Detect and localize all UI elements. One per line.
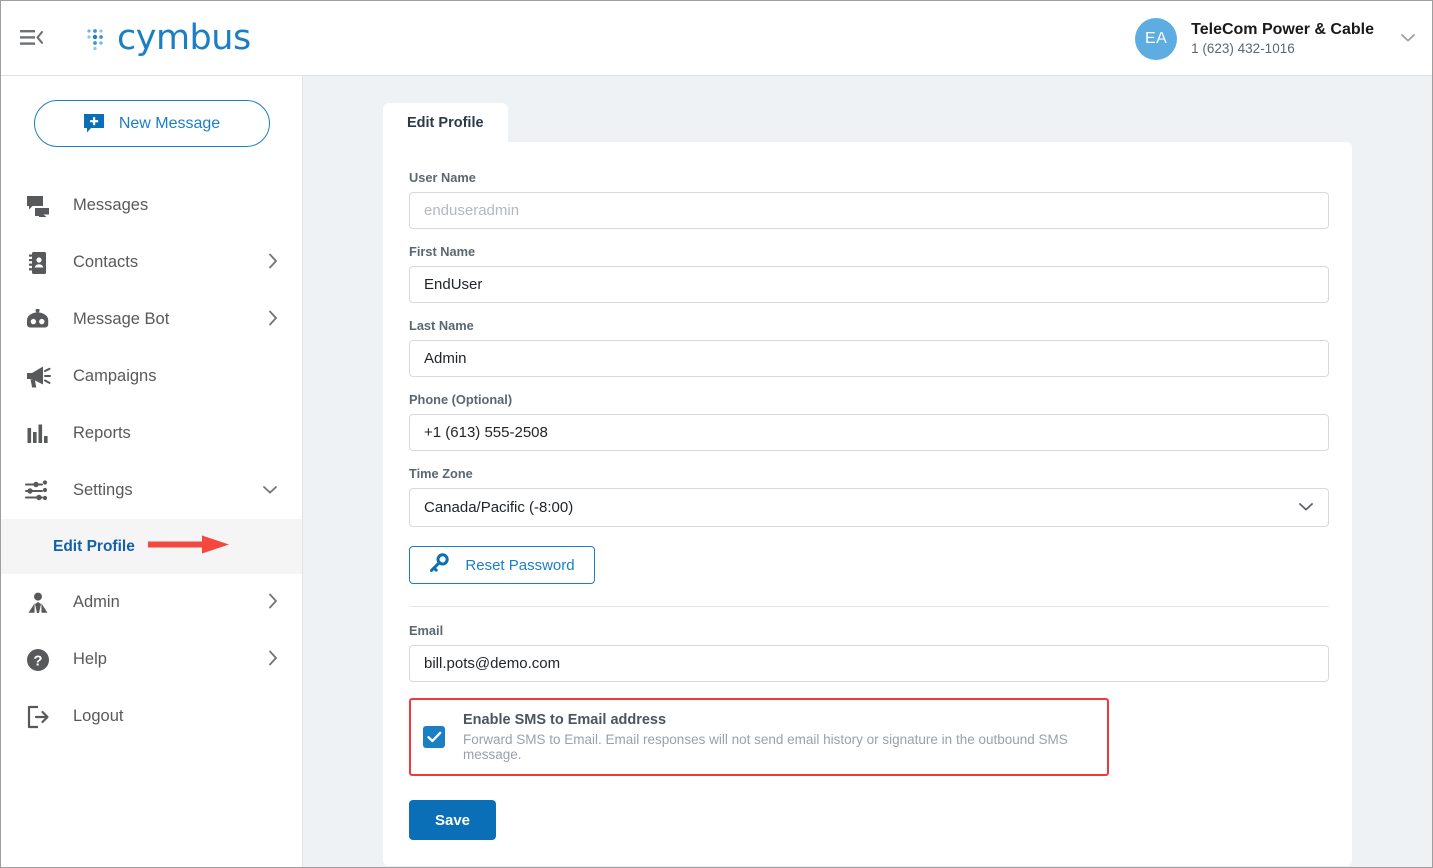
field-label: Time Zone <box>409 466 473 481</box>
sidebar-subitem-label: Edit Profile <box>53 537 135 555</box>
field-phone: Phone (Optional) +1 (613) 555-2508 <box>409 392 1329 451</box>
sidebar-nav: Messages Contacts Message Bot Campaigns … <box>1 177 302 745</box>
user-tie-icon <box>25 590 51 616</box>
new-message-button[interactable]: New Message <box>33 100 270 147</box>
time-zone-select[interactable]: Canada/Pacific (-8:00) <box>409 488 1329 527</box>
sidebar-item-label: Contacts <box>73 253 139 271</box>
sidebar-item-label: Admin <box>73 593 120 611</box>
cymbus-dots-icon <box>87 29 103 51</box>
sidebar-item-label: Reports <box>73 424 131 442</box>
sidebar-item-contacts[interactable]: Contacts <box>1 234 302 291</box>
chevron-right-icon <box>268 650 278 669</box>
sidebar-item-edit-profile[interactable]: Edit Profile <box>1 519 302 574</box>
time-zone-value: Canada/Pacific (-8:00) <box>424 499 574 516</box>
sidebar-item-label: Settings <box>73 481 133 499</box>
field-label: Email <box>409 623 444 638</box>
first-name-input[interactable]: EndUser <box>409 266 1329 303</box>
field-email: Email bill.pots@demo.com <box>409 623 1329 682</box>
sidebar-item-reports[interactable]: Reports <box>1 405 302 462</box>
sms-to-email-description: Forward SMS to Email. Email responses wi… <box>463 732 1068 762</box>
sidebar-item-campaigns[interactable]: Campaigns <box>1 348 302 405</box>
red-arrow-annotation-icon <box>148 532 231 561</box>
chevron-down-icon <box>262 483 278 498</box>
account-name: TeleCom Power & Cable <box>1191 20 1374 38</box>
account-info: TeleCom Power & Cable 1 (623) 432-1016 <box>1191 19 1374 59</box>
check-icon <box>426 731 441 743</box>
user-name-input[interactable]: enduseradmin <box>409 192 1329 229</box>
sidebar-item-label: Logout <box>73 707 124 725</box>
logo-text: cymbus <box>117 17 251 58</box>
field-label: Last Name <box>409 318 474 333</box>
app-header: cymbus EA TeleCom Power & Cable 1 (623) … <box>1 1 1432 76</box>
chevron-right-icon <box>268 310 278 329</box>
question-circle-icon: ? <box>25 647 51 673</box>
megaphone-icon <box>25 364 51 390</box>
field-time-zone: Time Zone Canada/Pacific (-8:00) <box>409 466 1329 527</box>
enable-sms-to-email-checkbox[interactable] <box>423 726 445 748</box>
app-logo[interactable]: cymbus <box>85 17 251 58</box>
new-message-label: New Message <box>118 114 221 132</box>
tab-edit-profile[interactable]: Edit Profile <box>383 103 508 142</box>
sidebar-item-label: Help <box>73 650 107 668</box>
sidebar-item-message-bot[interactable]: Message Bot <box>1 291 302 348</box>
email-input[interactable]: bill.pots@demo.com <box>409 645 1329 682</box>
edit-profile-card: User Name enduseradmin First Name EndUse… <box>383 142 1352 866</box>
save-button[interactable]: Save <box>409 800 496 840</box>
chevron-right-icon <box>268 253 278 272</box>
app-window: cymbus EA TeleCom Power & Cable 1 (623) … <box>0 0 1433 868</box>
field-last-name: Last Name Admin <box>409 318 1329 377</box>
field-user-name: User Name enduseradmin <box>409 170 1329 229</box>
logout-icon <box>25 704 51 730</box>
field-label: Phone (Optional) <box>409 392 513 407</box>
sidebar-collapse-button[interactable] <box>1 1 63 76</box>
sidebar-item-messages[interactable]: Messages <box>1 177 302 234</box>
sliders-icon <box>25 478 51 504</box>
sidebar-item-label: Messages <box>73 196 149 214</box>
robot-icon <box>25 307 51 333</box>
sms-to-email-title: Enable SMS to Email address <box>463 712 667 728</box>
messages-icon <box>25 193 51 219</box>
sms-to-email-text: Enable SMS to Email address Forward SMS … <box>463 712 1093 762</box>
reset-password-button[interactable]: Reset Password <box>409 546 595 584</box>
account-phone: 1 (623) 432-1016 <box>1191 41 1295 57</box>
reset-password-label: Reset Password <box>465 556 575 574</box>
chevron-right-icon <box>268 593 278 612</box>
sidebar-item-admin[interactable]: Admin <box>1 574 302 631</box>
field-label: First Name <box>409 244 476 259</box>
last-name-input[interactable]: Admin <box>409 340 1329 377</box>
contacts-icon <box>25 250 51 276</box>
svg-text:?: ? <box>33 652 42 669</box>
new-message-icon <box>83 113 104 132</box>
avatar: EA <box>1135 17 1178 60</box>
sms-to-email-highlight-box: Enable SMS to Email address Forward SMS … <box>409 698 1109 776</box>
chevron-down-icon <box>1298 499 1314 516</box>
main-content: Edit Profile User Name enduseradmin Firs… <box>303 76 1432 867</box>
sidebar-item-logout[interactable]: Logout <box>1 688 302 745</box>
sidebar-item-label: Campaigns <box>73 367 157 385</box>
field-first-name: First Name EndUser <box>409 244 1329 303</box>
sidebar-item-help[interactable]: ? Help <box>1 631 302 688</box>
menu-collapse-icon <box>20 30 44 45</box>
section-divider <box>409 606 1329 607</box>
chevron-down-icon[interactable] <box>1400 31 1416 46</box>
bar-chart-icon <box>25 421 51 447</box>
sidebar-item-label: Message Bot <box>73 310 170 328</box>
account-menu[interactable]: EA TeleCom Power & Cable 1 (623) 432-101… <box>1135 1 1416 76</box>
field-label: User Name <box>409 170 476 185</box>
sidebar: New Message Messages Contacts Message Bo… <box>1 76 303 867</box>
phone-input[interactable]: +1 (613) 555-2508 <box>409 414 1329 451</box>
key-icon <box>429 553 450 577</box>
tabstrip: Edit Profile <box>383 103 1352 142</box>
sidebar-item-settings[interactable]: Settings <box>1 462 302 519</box>
